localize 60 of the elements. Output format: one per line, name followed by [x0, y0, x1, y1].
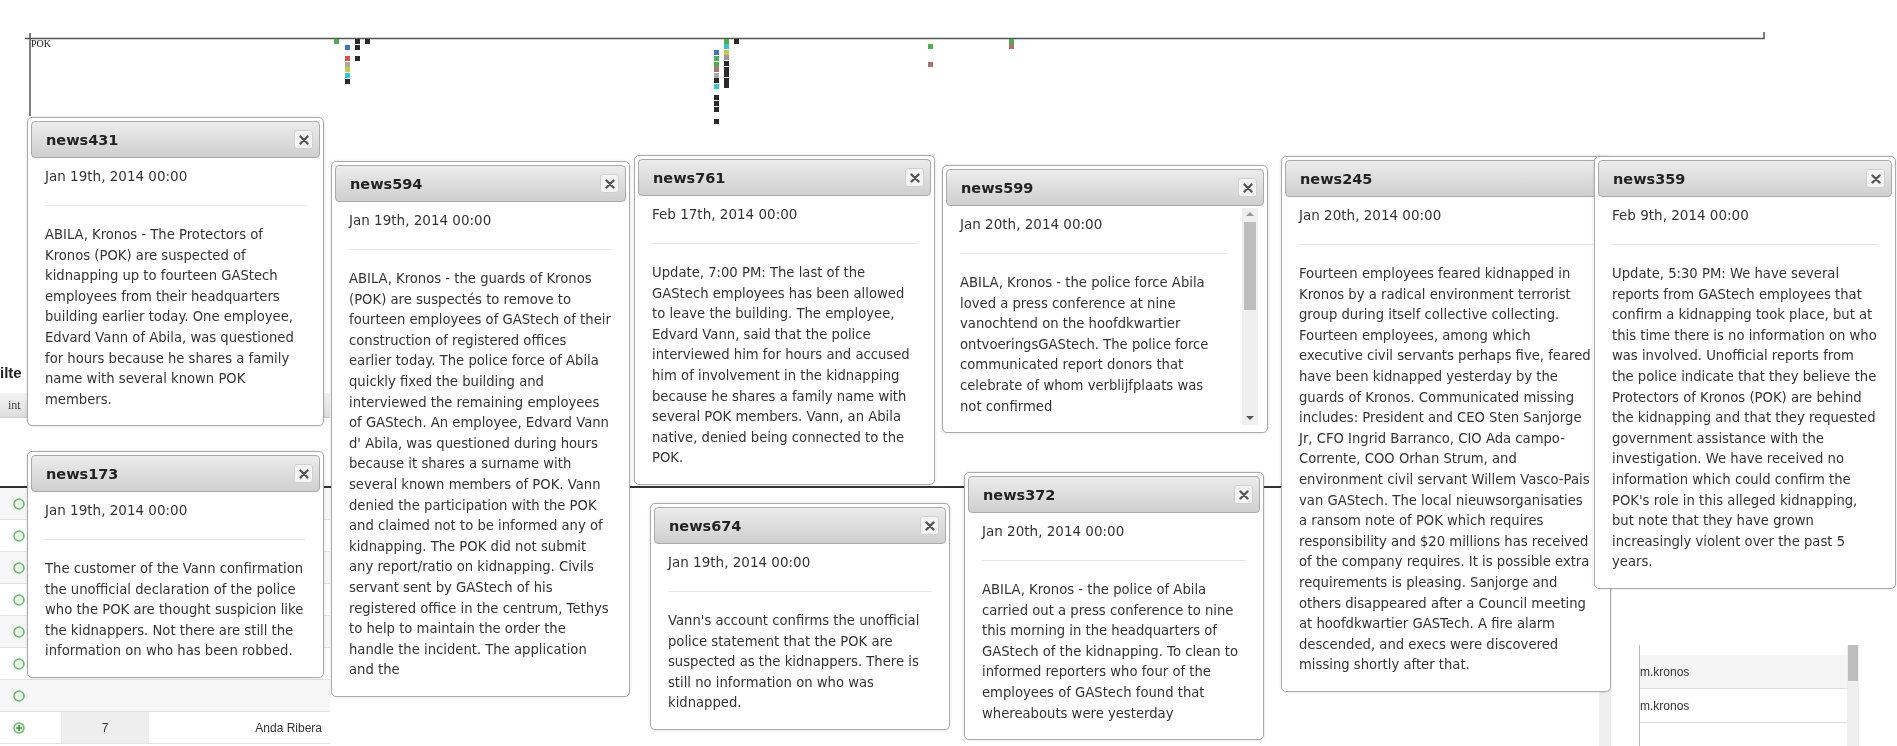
dialog-title: news173	[46, 465, 119, 482]
scrollbar[interactable]	[1847, 645, 1859, 746]
close-button[interactable]	[1866, 169, 1885, 188]
timeline-label: POK	[31, 38, 51, 49]
circle-icon[interactable]	[13, 625, 25, 638]
close-icon	[298, 468, 309, 479]
close-icon	[604, 178, 615, 189]
circle-icon[interactable]	[13, 689, 25, 702]
news-text: ABILA, Kronos - the police of Abila carried out a press conference to nine this morning in the headquarters of GAStech of the kidnapping. To clean to informed reporters who four of the employees of GAStech found that whereabouts were yesterday	[982, 581, 1240, 723]
close-button[interactable]	[920, 516, 939, 535]
panel-title: ilte	[0, 363, 22, 383]
tab[interactable]: int	[0, 397, 23, 413]
news-date: Jan 19th, 2014 00:00	[349, 211, 493, 230]
dialog-title: news594	[350, 175, 423, 192]
news-text: ABILA, Kronos - the guards of Kronos (POK) are suspectés to remove to fourteen employees of GAStech of their construction of registered offices earlier today. The police force of Abila quickly fixed the building and interviewed the remaining employees of GAStech. An employee, Edvard Vann d' Abila, was questioned during hours because it shares a surname with several known members of POK. Vann denied the participation with the POK and claimed not to be informed any of kidnapping. The POK did not submit any report/ratio on kidnapping. Civils servant sent by GAStech of his registered office in the centrum, Tethys to help to maintain the order the handle the incident. The application and the	[349, 270, 612, 680]
add-icon[interactable]	[13, 721, 25, 734]
table-cell: 7	[61, 712, 149, 743]
close-button[interactable]	[905, 168, 924, 187]
close-button[interactable]	[294, 130, 313, 149]
scrollbar[interactable]	[1242, 208, 1258, 426]
news-text: Update, 7:00 PM: The last of the GAStech employees has been allowed to leave the building. The employee, Edvard Vann, said that the police interviewed him for hours and accused him of involvement in the kidnapping because he shares a family name with several POK members. Vann, an Abila native, denied being connected to the POK.	[652, 264, 911, 468]
dialog-title: news372	[983, 486, 1056, 503]
close-button[interactable]	[294, 464, 313, 483]
table-cell: m.kronos	[1640, 664, 1690, 679]
dialog-title: news674	[669, 517, 742, 534]
close-icon	[1238, 489, 1249, 500]
dialog-title: news245	[1300, 170, 1373, 187]
news-date: Jan 20th, 2014 00:00	[1299, 206, 1443, 225]
news-text: Fourteen employees feared kidnapped in Kronos by a radical environment terrorist group during itself collective collecting. Fourteen employees, among which executive civil servants perhaps five, feared have been kidnapped yesterday by the guards of Kronos. Communicated missing includes: President and CEO Sten Sanjorge Jr, CFO Ingrid Barranco, CIO Ada campo-Corrente, COO Orhan Strum, and environment civil servant Willem Vasco-Pais van GAStech. The local nieuwsorganisaties a ransom note of POK which requires responsibility and $20 millions has received of the company requires. It is possible extra requirements is pleasing. Sanjorge and others disappeared after a Council meeting at hoofdkwartier GASTech. A fire alarm descended, and execs were discovered missing shortly after that.	[1299, 265, 1592, 675]
news-date: Jan 20th, 2014 00:00	[982, 522, 1126, 541]
news-text: Vann's account confirms the unofficial police statement that the POK are suspected as the kidnappers. There is still no information on who was kidnapped.	[668, 612, 921, 713]
circle-icon[interactable]	[13, 657, 25, 670]
close-icon	[909, 172, 920, 183]
circle-icon[interactable]	[13, 529, 25, 542]
news-date: Jan 19th, 2014 00:00	[45, 167, 189, 186]
dialog-title: news599	[961, 179, 1034, 196]
news-date: Jan 19th, 2014 00:00	[45, 501, 189, 520]
circle-icon[interactable]	[13, 561, 25, 574]
close-icon	[1870, 173, 1881, 184]
dialog-title: news359	[1613, 170, 1686, 187]
close-icon	[1242, 182, 1253, 193]
close-icon	[924, 520, 935, 531]
dialog-title: news431	[46, 131, 119, 148]
dialog-title: news761	[653, 169, 726, 186]
close-button[interactable]	[1234, 485, 1253, 504]
news-date: Jan 19th, 2014 00:00	[668, 553, 812, 572]
close-button[interactable]	[600, 174, 619, 193]
news-text: ABILA, Kronos - The Protectors of Kronos (POK) are suspected of kidnapping up to fourteen GAStech employees from their headquarters building earlier today. One employee, Edvard Vann of Abila, was questioned for hours because he shares a family name with several known POK members.	[45, 226, 295, 409]
circle-icon[interactable]	[13, 497, 25, 510]
table-cell: Anda Ribera	[255, 720, 322, 735]
news-date: Feb 17th, 2014 00:00	[652, 205, 799, 224]
news-text: ABILA, Kronos - the police force Abila loved a press conference at nine vanochtend on the hoofdkwartier ontvoeringsGAStech. The police force communicated report donors that celebrate of whom verblijfplaats was not confirmed	[960, 274, 1210, 416]
close-button[interactable]	[1238, 178, 1257, 197]
news-date: Jan 20th, 2014 00:00	[960, 215, 1104, 234]
news-date: Feb 9th, 2014 00:00	[1612, 206, 1750, 225]
table-cell: m.kronos	[1640, 698, 1690, 713]
circle-icon[interactable]	[13, 593, 25, 606]
news-text: The customer of the Vann confirmation the unofficial declaration of the police who the POK are thought suspicion like the kidnappers. Not there are still the information on who has been robbed.	[45, 560, 305, 661]
close-icon	[298, 134, 309, 145]
news-text: Update, 5:30 PM: We have several reports from GAStech employees that confirm a kidnapping took place, but at this time there is no information on who was involved. Unofficial reports from the police indicate that they believe the Protectors of Kronos (POK) are behind the kidnapping and that they requested government assistance with the investigation. We have received no information which could confirm the POK's role in this alleged kidnapping, but note that they have grown increasingly violent over the past 5 years.	[1612, 265, 1878, 572]
